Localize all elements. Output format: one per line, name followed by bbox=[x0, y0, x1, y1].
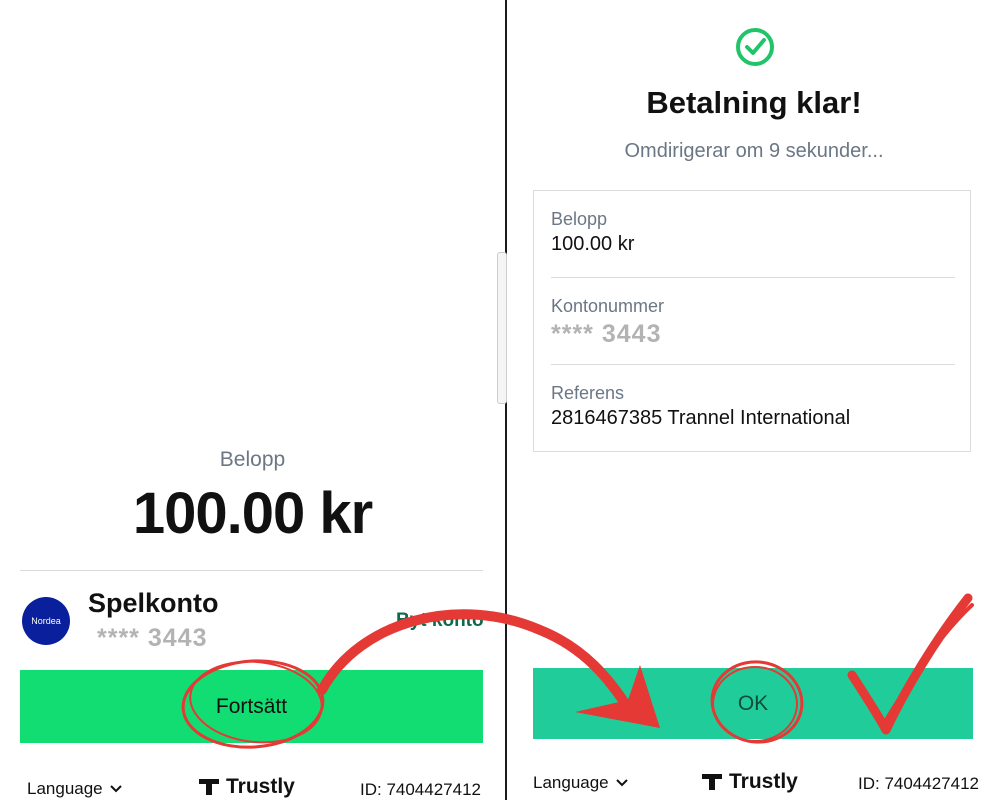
account-number: **** 3443 bbox=[97, 624, 208, 652]
nordea-logo: Nordea bbox=[22, 597, 70, 645]
bank-logo-text: Nordea bbox=[31, 616, 61, 626]
chevron-down-icon bbox=[615, 779, 628, 787]
scroll-handle bbox=[497, 252, 507, 404]
account-name: Spelkonto bbox=[88, 588, 219, 618]
switch-account-link[interactable]: Byt konto bbox=[396, 610, 484, 632]
detail-account-number: Kontonummer **** 3443 bbox=[551, 296, 955, 349]
continue-button[interactable]: Fortsätt bbox=[20, 670, 483, 743]
detail-divider bbox=[551, 364, 955, 365]
trustly-brand: Trustly bbox=[701, 767, 798, 797]
success-title: Betalning klar! bbox=[646, 85, 862, 120]
divider-line bbox=[20, 570, 483, 571]
detail-label: Belopp bbox=[551, 209, 608, 229]
language-label: Language bbox=[27, 779, 103, 798]
check-circle-icon bbox=[736, 28, 774, 66]
amount-label: Belopp bbox=[219, 448, 286, 471]
detail-reference: Referens 2816467385 Trannel Internationa… bbox=[551, 383, 955, 430]
detail-value: **** 3443 bbox=[551, 320, 662, 348]
confirmation-panel: Betalning klar! Omdirigerar om 9 sekunde… bbox=[508, 0, 1000, 800]
ok-button[interactable]: OK bbox=[533, 668, 973, 739]
detail-divider bbox=[551, 277, 955, 278]
language-label: Language bbox=[533, 773, 609, 792]
trustly-logo-icon bbox=[199, 779, 219, 795]
payment-panel: Belopp 100.00 kr Nordea Spelkonto **** 3… bbox=[0, 0, 505, 800]
payment-details-card: Belopp 100.00 kr Kontonummer **** 3443 R… bbox=[533, 190, 971, 452]
redirect-countdown: Omdirigerar om 9 sekunder... bbox=[624, 140, 884, 162]
detail-value: 2816467385 Trannel International bbox=[551, 407, 851, 429]
language-selector[interactable]: Language bbox=[533, 768, 629, 798]
detail-label: Kontonummer bbox=[551, 296, 665, 316]
detail-label: Referens bbox=[551, 383, 625, 403]
detail-amount: Belopp 100.00 kr bbox=[551, 209, 955, 256]
brand-name: Trustly bbox=[226, 775, 295, 798]
trustly-brand: Trustly bbox=[198, 772, 295, 802]
session-id: ID: 7404427412 bbox=[360, 780, 481, 799]
detail-value: 100.00 kr bbox=[551, 233, 635, 255]
trustly-logo-icon bbox=[702, 774, 722, 790]
session-id: ID: 7404427412 bbox=[858, 774, 979, 793]
chevron-down-icon bbox=[109, 785, 122, 793]
amount-value: 100.00 kr bbox=[132, 481, 373, 546]
brand-name: Trustly bbox=[729, 770, 798, 793]
